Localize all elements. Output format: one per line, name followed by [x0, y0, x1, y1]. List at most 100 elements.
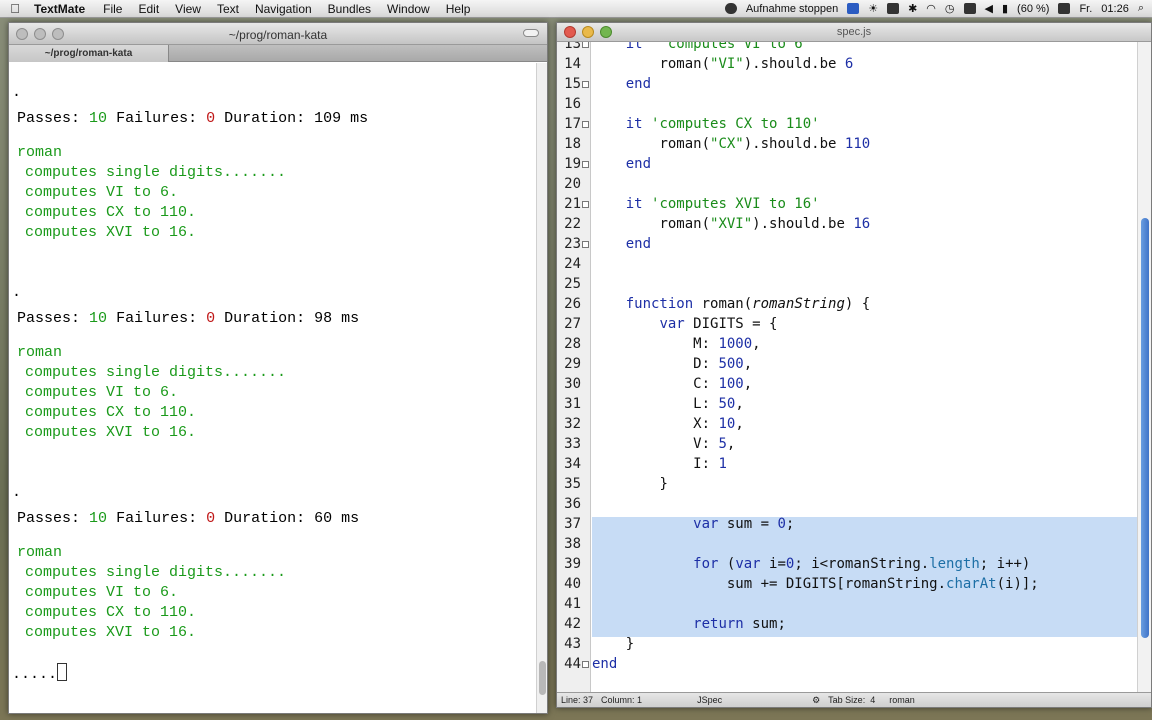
test-result: computes CX to 110. [25, 204, 197, 221]
clock-time[interactable]: 01:26 [1101, 3, 1129, 15]
status-line: Line: 37 [561, 695, 594, 705]
fold-toggle-icon[interactable] [582, 201, 589, 208]
fold-toggle-icon[interactable] [582, 81, 589, 88]
editor-title: spec.js [836, 26, 872, 38]
line-number-gutter[interactable]: 13 14 15 16 17 18 19 20 21 22 23 24 25 26 27 28 29 30 31 32… [557, 42, 591, 694]
test-summary: Passes: 10 Failures: 0 Duration: 60 ms [17, 509, 359, 529]
editor-titlebar[interactable]: spec.js [557, 23, 1151, 42]
line-number: 34 [564, 456, 581, 472]
battery-icon[interactable]: ▮ [1002, 2, 1008, 15]
code-token: 50 [718, 396, 736, 412]
line-number: 39 [564, 556, 581, 572]
battery-label[interactable]: (60 %) [1017, 3, 1049, 15]
record-icon[interactable] [724, 3, 737, 14]
code-token: end [625, 236, 652, 252]
code-token: for [693, 556, 719, 572]
editor-scrollbar[interactable] [1137, 42, 1151, 694]
code-token: I: [693, 456, 719, 472]
line-number: 20 [564, 176, 581, 192]
failures-label: Failures: [116, 510, 198, 527]
line-number: 29 [564, 356, 581, 372]
menu-app-name[interactable]: TextMate [30, 2, 95, 16]
fold-toggle-icon[interactable] [582, 42, 589, 48]
terminal-scrollbar[interactable] [536, 63, 547, 713]
failures-label: Failures: [116, 110, 198, 127]
test-result: computes CX to 110. [25, 404, 197, 421]
menu-view[interactable]: View [167, 2, 209, 16]
bluetooth-icon[interactable]: ✱ [908, 2, 917, 15]
line-number: 19 [564, 156, 581, 172]
fold-toggle-icon[interactable] [582, 241, 589, 248]
terminal-titlebar[interactable]: ~/prog/roman-kata [9, 23, 547, 45]
display-icon[interactable] [963, 3, 976, 14]
line-number: 35 [564, 476, 581, 492]
flag-icon[interactable] [847, 3, 860, 14]
menu-window[interactable]: Window [379, 2, 438, 16]
progress-dots: . [12, 84, 22, 101]
code-token: 5 [718, 436, 727, 452]
code-line: end [592, 74, 651, 94]
line-number: 15 [564, 76, 581, 92]
code-token: 110 [844, 136, 871, 152]
duration-value: 98 ms [314, 310, 360, 327]
menu-text[interactable]: Text [209, 2, 247, 16]
passes-count: 10 [89, 310, 108, 327]
code-area[interactable]: it 'computes VI to 6' roman("VI").should… [592, 42, 1138, 694]
test-result: computes XVI to 16. [25, 224, 197, 241]
lock-icon[interactable] [887, 3, 900, 14]
terminal-scrollbar-thumb[interactable] [539, 661, 546, 695]
language-popup[interactable]: JSpec [682, 685, 722, 715]
apple-icon[interactable]:  [0, 1, 30, 16]
symbol-popup[interactable]: roman [889, 695, 915, 705]
status-column: Column: 1 [601, 695, 643, 705]
line-number: 27 [564, 316, 581, 332]
recording-label[interactable]: Aufnahme stoppen [746, 3, 838, 15]
terminal-tab-bar: ~/prog/roman-kata [9, 45, 547, 62]
terminal-tab[interactable]: ~/prog/roman-kata [9, 45, 169, 62]
code-token: 'computes VI to 6' [659, 42, 812, 52]
fold-toggle-icon[interactable] [582, 661, 589, 668]
code-token: ).should.be [752, 216, 854, 232]
gear-icon[interactable]: ⚙ [812, 695, 820, 706]
menu-bar:  TextMate File Edit View Text Navigatio… [0, 0, 1152, 18]
code-token: "XVI" [710, 216, 753, 232]
code-line: it 'computes CX to 110' [592, 114, 820, 134]
menu-file[interactable]: File [95, 2, 130, 16]
volume-icon[interactable]: ◀ [985, 2, 993, 15]
code-line: V: 5, [592, 434, 735, 454]
code-token: end [592, 656, 618, 672]
calendar-icon[interactable] [1058, 3, 1071, 14]
code-line: it 'computes XVI to 16' [592, 194, 820, 214]
editor-scrollbar-thumb[interactable] [1141, 218, 1149, 638]
brightness-icon[interactable]: ☀ [868, 2, 878, 15]
fold-toggle-icon[interactable] [582, 161, 589, 168]
suite-name: roman [17, 544, 63, 561]
passes-label: Passes: [17, 110, 81, 127]
spotlight-icon[interactable]: ⌕ [1138, 2, 1144, 15]
menu-bundles[interactable]: Bundles [320, 2, 379, 16]
fold-toggle-icon[interactable] [582, 121, 589, 128]
line-number: 33 [564, 436, 581, 452]
terminal-output[interactable]: . Passes: 10 Failures: 0 Duration: 109 ms… [9, 63, 537, 713]
code-line: I: 1 [592, 454, 727, 474]
test-summary: Passes: 10 Failures: 0 Duration: 98 ms [17, 309, 359, 329]
code-token: 1000 [718, 336, 753, 352]
menu-help[interactable]: Help [438, 2, 479, 16]
menu-edit[interactable]: Edit [130, 2, 167, 16]
line-number: 41 [564, 596, 581, 612]
line-number: 32 [564, 416, 581, 432]
code-line: it 'computes VI to 6' [592, 42, 811, 54]
toolbar-toggle-button[interactable] [523, 29, 539, 37]
tab-size-popup[interactable]: Tab Size: 4 [828, 695, 875, 705]
wifi-icon[interactable]: ◠ [926, 2, 936, 15]
line-number: 22 [564, 216, 581, 232]
menu-navigation[interactable]: Navigation [247, 2, 320, 16]
clock-icon[interactable]: ◷ [945, 2, 955, 15]
